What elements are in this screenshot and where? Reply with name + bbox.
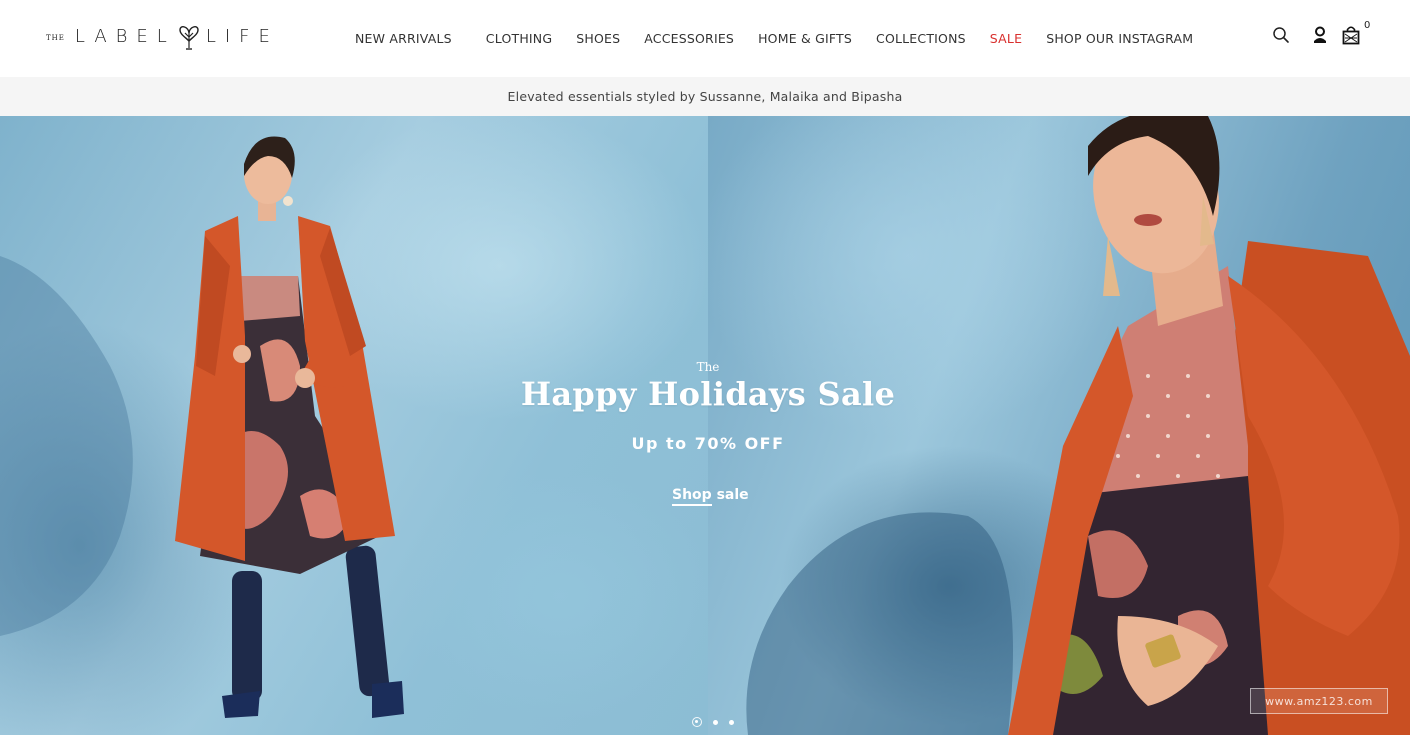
logo-word-life: LIFE	[205, 25, 279, 47]
announcement-bar: Elevated essentials styled by Sussanne, …	[0, 77, 1410, 116]
cart-count-badge: 0	[1364, 20, 1371, 31]
slide-dot-1[interactable]	[692, 717, 702, 727]
shopping-bag-icon	[1342, 26, 1360, 45]
logo-word-label: LABEL	[74, 25, 176, 47]
model-closeup-image	[746, 116, 1410, 735]
account-button[interactable]	[1309, 24, 1331, 46]
hero-image-right	[708, 116, 1410, 735]
slider-pagination	[692, 717, 734, 727]
hero-image-left	[0, 116, 708, 735]
nav-accessories[interactable]: ACCESSORIES	[644, 31, 734, 46]
brand-logo[interactable]: THE LABEL LIFE	[46, 20, 279, 52]
nav-home-gifts[interactable]: HOME & GIFTS	[758, 31, 852, 46]
main-nav: NEW ARRIVALS CLOTHING SHOES ACCESSORIES …	[355, 28, 1193, 48]
shop-sale-link[interactable]: Shop sale	[672, 487, 749, 506]
nav-sale[interactable]: SALE	[990, 31, 1022, 46]
slide-dot-3[interactable]	[729, 719, 734, 725]
nav-shoes[interactable]: SHOES	[576, 31, 620, 46]
model-full-length-image	[0, 136, 404, 718]
logo-prefix: THE	[46, 34, 65, 42]
site-header: THE LABEL LIFE NEW ARRIVALS CLOTHING SHO…	[0, 0, 1410, 77]
nav-shop-instagram[interactable]: SHOP OUR INSTAGRAM	[1046, 31, 1193, 46]
hero-banner[interactable]: The Happy Holidays Sale Up to 70% OFF Sh…	[0, 116, 1410, 735]
watermark: www.amz123.com	[1250, 688, 1388, 714]
nav-clothing[interactable]: CLOTHING	[486, 31, 552, 46]
announcement-text: Elevated essentials styled by Sussanne, …	[507, 89, 903, 104]
heart-tree-icon	[179, 26, 199, 50]
cart-button[interactable]	[1340, 24, 1362, 46]
search-icon	[1273, 27, 1289, 43]
user-icon	[1314, 26, 1326, 43]
header-actions	[1270, 24, 1362, 46]
nav-collections[interactable]: COLLECTIONS	[876, 31, 966, 46]
cta-underlined-text: Shop	[672, 487, 712, 506]
search-button[interactable]	[1270, 24, 1292, 46]
slide-dot-2[interactable]	[713, 719, 718, 725]
nav-new-arrivals[interactable]: NEW ARRIVALS	[355, 31, 452, 46]
cta-rest-text: sale	[711, 487, 749, 503]
